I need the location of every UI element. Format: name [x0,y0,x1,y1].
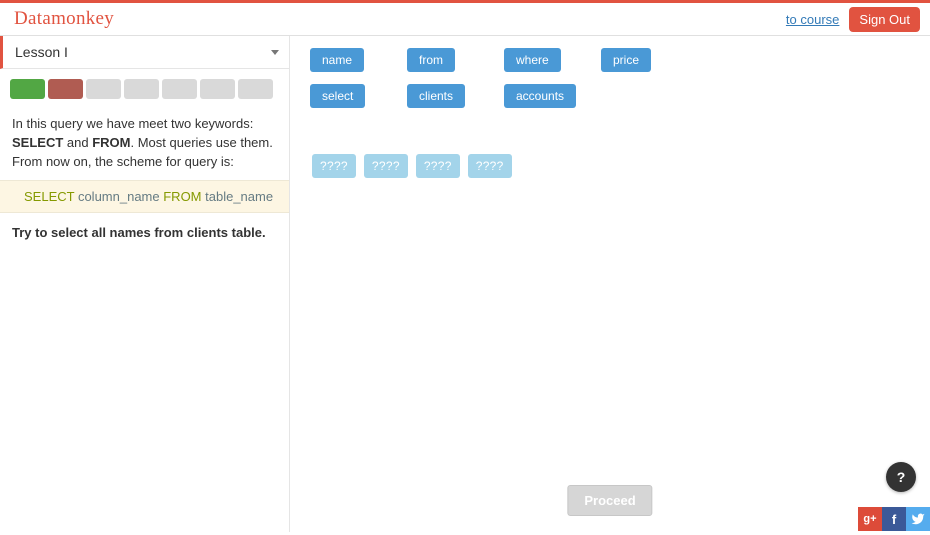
instr-part-a: In this query we have meet two keywords: [12,116,253,131]
progress-step-1[interactable] [10,79,45,99]
token-where[interactable]: where [504,48,561,72]
progress-row [0,69,289,107]
social-row: g+ f [858,507,930,531]
token-row-2: select clients accounts [310,84,910,108]
lesson-dropdown[interactable]: Lesson I [0,36,289,69]
proceed-button[interactable]: Proceed [567,485,652,516]
token-name[interactable]: name [310,48,364,72]
scheme-tbl: table_name [202,189,274,204]
brand-title: Datamonkey [14,8,114,30]
sign-out-button[interactable]: Sign Out [849,7,920,32]
to-course-link[interactable]: to course [786,12,839,27]
task-text: Try to select all names from clients tab… [0,213,289,252]
query-scheme: SELECT column_name FROM table_name [0,180,289,213]
googleplus-icon[interactable]: g+ [858,507,882,531]
token-row-1: name from where price [310,48,910,72]
scheme-select-kw: SELECT [24,189,74,204]
chevron-down-icon [271,50,279,55]
token-price[interactable]: price [601,48,651,72]
token-clients[interactable]: clients [407,84,465,108]
progress-step-2[interactable] [48,79,83,99]
scheme-from-kw: FROM [163,189,201,204]
token-select[interactable]: select [310,84,365,108]
answer-slot-3[interactable]: ???? [416,154,460,178]
instr-kw-select: SELECT [12,135,63,150]
token-from[interactable]: from [407,48,455,72]
content: Lesson I In this query we have meet two … [0,36,930,532]
answer-slot-4[interactable]: ???? [468,154,512,178]
progress-step-6[interactable] [200,79,235,99]
lesson-title: Lesson I [15,44,68,60]
progress-step-7[interactable] [238,79,273,99]
instructions-text: In this query we have meet two keywords:… [0,107,289,180]
header-right: to course Sign Out [786,7,920,32]
instr-part-b: and [63,135,92,150]
answer-slots: ???? ???? ???? ???? [312,154,910,178]
header: Datamonkey to course Sign Out [0,3,930,36]
scheme-col: column_name [74,189,163,204]
progress-step-3[interactable] [86,79,121,99]
progress-step-4[interactable] [124,79,159,99]
answer-slot-1[interactable]: ???? [312,154,356,178]
main-panel: name from where price select clients acc… [290,36,930,532]
left-panel: Lesson I In this query we have meet two … [0,36,290,532]
twitter-icon[interactable] [906,507,930,531]
progress-step-5[interactable] [162,79,197,99]
answer-slot-2[interactable]: ???? [364,154,408,178]
help-button[interactable]: ? [886,462,916,492]
token-accounts[interactable]: accounts [504,84,576,108]
facebook-icon[interactable]: f [882,507,906,531]
instr-kw-from: FROM [92,135,130,150]
